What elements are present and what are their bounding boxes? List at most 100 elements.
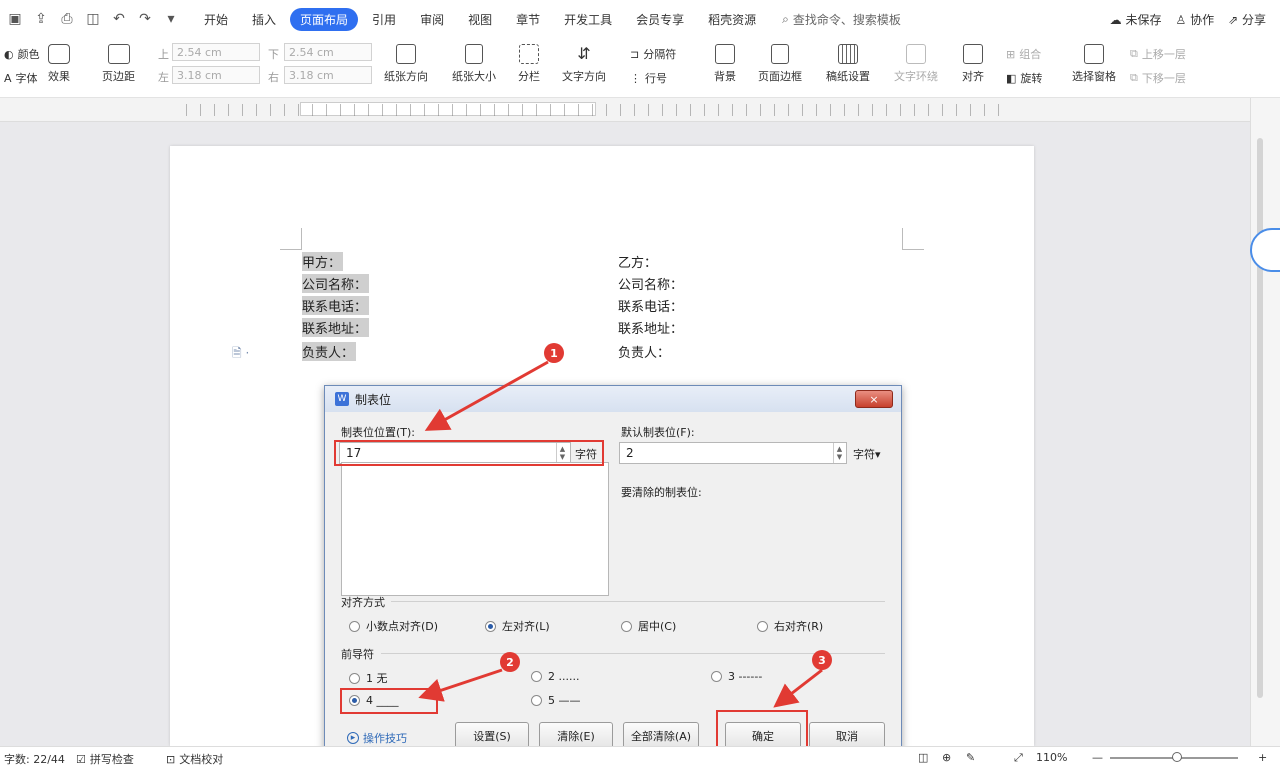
line-numbers-button[interactable]: ⋮ 行号 bbox=[630, 70, 667, 86]
tab-section[interactable]: 章节 bbox=[506, 8, 550, 31]
zoom-slider-knob[interactable] bbox=[1172, 752, 1182, 762]
leader-dashes-radio[interactable]: 3 ------ bbox=[711, 670, 762, 683]
align-center-radio[interactable]: 居中(C) bbox=[621, 618, 676, 634]
party-a-address-line[interactable]: 联系地址： bbox=[302, 318, 370, 337]
party-b-phone-line[interactable]: 联系电话： bbox=[618, 296, 683, 315]
default-tab-spinner[interactable]: ▲ ▼ bbox=[833, 443, 845, 463]
fit-page-icon[interactable]: ⤢ bbox=[1014, 751, 1023, 765]
more-icon[interactable]: ▾ bbox=[160, 8, 182, 30]
word-count[interactable]: 字数: 22/44 bbox=[4, 751, 65, 767]
check-icon: ☑ bbox=[76, 752, 86, 766]
read-mode-icon[interactable]: ◫ bbox=[918, 751, 928, 764]
leader-dashes-label: 3 ------ bbox=[728, 670, 763, 683]
party-a-line[interactable]: 甲方： bbox=[302, 252, 344, 271]
preview-icon[interactable]: ◫ bbox=[82, 8, 104, 30]
effects-button[interactable]: 效果 bbox=[48, 44, 70, 84]
step-badge-3: 3 bbox=[812, 650, 832, 670]
party-a-manager-line[interactable]: 负责人： bbox=[302, 342, 357, 361]
export-icon[interactable]: ⇪ bbox=[30, 8, 52, 30]
tab-references[interactable]: 引用 bbox=[362, 8, 406, 31]
tab-position-input[interactable]: 17 bbox=[339, 442, 571, 464]
party-b-company-line[interactable]: 公司名称： bbox=[618, 274, 683, 293]
text-direction-button[interactable]: ⇵ 文字方向 bbox=[562, 44, 606, 84]
tab-developer[interactable]: 开发工具 bbox=[554, 8, 622, 31]
font-button[interactable]: A 字体 bbox=[4, 70, 38, 86]
page-border-button[interactable]: 页面边框 bbox=[758, 44, 802, 84]
horizontal-ruler[interactable] bbox=[0, 98, 1250, 122]
party-b-line[interactable]: 乙方： bbox=[618, 252, 657, 271]
corner-mark-top-right bbox=[902, 228, 924, 250]
redo-icon[interactable]: ↷ bbox=[134, 8, 156, 30]
party-b-manager-line[interactable]: 负责人： bbox=[618, 342, 670, 361]
margins-button[interactable]: 页边距 bbox=[102, 44, 135, 84]
party-a-phone-line[interactable]: 联系电话： bbox=[302, 296, 370, 315]
zoom-in-icon[interactable]: + bbox=[1258, 751, 1267, 764]
print-icon[interactable]: ⎙ bbox=[56, 8, 78, 30]
orientation-button[interactable]: 纸张方向 bbox=[384, 44, 428, 84]
group-button[interactable]: ⊞ 组合 bbox=[1006, 46, 1041, 62]
command-search[interactable]: ⌕ 查找命令、搜索模板 bbox=[782, 11, 901, 28]
paper-setup-label: 稿纸设置 bbox=[826, 70, 870, 83]
columns-button[interactable]: 分栏 bbox=[518, 44, 540, 84]
send-backward-button[interactable]: ⧉ 下移一层 bbox=[1130, 70, 1186, 86]
align-right-radio[interactable]: 右对齐(R) bbox=[757, 618, 823, 634]
bottom-margin-input[interactable]: 2.54 cm bbox=[284, 43, 372, 61]
right-margin-input[interactable]: 3.18 cm bbox=[284, 66, 372, 84]
tab-review[interactable]: 审阅 bbox=[410, 8, 454, 31]
share-button[interactable]: ⇗ 分享 bbox=[1228, 11, 1266, 28]
tab-home[interactable]: 开始 bbox=[194, 8, 238, 31]
size-button[interactable]: 纸张大小 bbox=[452, 44, 496, 84]
tab-member[interactable]: 会员专享 bbox=[626, 8, 694, 31]
vertical-scrollbar[interactable] bbox=[1250, 98, 1280, 746]
left-margin-input[interactable]: 3.18 cm bbox=[172, 66, 260, 84]
radio-circle bbox=[621, 620, 632, 632]
align-button[interactable]: 对齐 bbox=[962, 44, 984, 84]
align-left-label: 左对齐(L) bbox=[502, 620, 550, 633]
align-decimal-radio[interactable]: 小数点对齐(D) bbox=[349, 618, 438, 634]
tab-positions-list[interactable] bbox=[341, 462, 609, 596]
tab-position-unit[interactable]: 字符 bbox=[575, 446, 597, 462]
breaks-button[interactable]: ⊐ 分隔符 bbox=[630, 46, 676, 62]
tab-docer[interactable]: 稻壳资源 bbox=[698, 8, 766, 31]
doc-proof-button[interactable]: ⊡ 文档校对 bbox=[166, 751, 223, 767]
align-left-radio[interactable]: 左对齐(L) bbox=[485, 618, 550, 634]
tab-page-layout[interactable]: 页面布局 bbox=[290, 7, 359, 31]
tab-insert[interactable]: 插入 bbox=[242, 8, 286, 31]
alignment-divider bbox=[391, 601, 885, 602]
web-view-icon[interactable]: ⊕ bbox=[942, 751, 951, 764]
paragraph-icon[interactable]: 🗎 · bbox=[232, 344, 249, 365]
party-b-address-line[interactable]: 联系地址： bbox=[618, 318, 683, 337]
top-margin-input[interactable]: 2.54 cm bbox=[172, 43, 260, 61]
leader-underline-radio[interactable]: 4 ____ bbox=[349, 694, 399, 707]
collab-button[interactable]: ♙ 协作 bbox=[1175, 11, 1214, 28]
spell-check-button[interactable]: ☑ 拼写检查 bbox=[76, 751, 134, 767]
color-button[interactable]: ◐ 颜色 bbox=[4, 46, 40, 62]
save-icon[interactable]: ▣ bbox=[4, 8, 26, 30]
background-button[interactable]: 背景 bbox=[714, 44, 736, 84]
text-wrap-button[interactable]: 文字环绕 bbox=[894, 44, 938, 84]
leader-dots-radio[interactable]: 2 ...... bbox=[531, 670, 579, 683]
unsaved-label: 未保存 bbox=[1125, 12, 1162, 27]
rotate-button[interactable]: ◧ 旋转 bbox=[1006, 70, 1042, 86]
paper-setup-button[interactable]: 稿纸设置 bbox=[826, 44, 870, 84]
bring-forward-button[interactable]: ⧉ 上移一层 bbox=[1130, 46, 1186, 62]
corner-mark-top-left bbox=[280, 228, 302, 250]
dialog-titlebar[interactable]: W 制表位 × bbox=[325, 386, 901, 412]
zoom-out-icon[interactable]: — bbox=[1092, 751, 1103, 764]
unsaved-button[interactable]: ☁ 未保存 bbox=[1110, 11, 1162, 28]
default-tab-unit[interactable]: 字符▾ bbox=[853, 446, 881, 462]
tab-position-spinner[interactable]: ▲ ▼ bbox=[556, 443, 568, 463]
scrollbar-thumb[interactable] bbox=[1257, 138, 1263, 698]
align-label: 对齐 bbox=[962, 70, 984, 83]
pen-icon[interactable]: ✎ bbox=[966, 751, 975, 764]
zoom-level[interactable]: 110% bbox=[1036, 751, 1067, 764]
undo-icon[interactable]: ↶ bbox=[108, 8, 130, 30]
tab-view[interactable]: 视图 bbox=[458, 8, 502, 31]
leader-none-radio[interactable]: 1 无 bbox=[349, 670, 388, 686]
close-button[interactable]: × bbox=[855, 390, 893, 408]
party-a-company-line[interactable]: 公司名称： bbox=[302, 274, 370, 293]
selection-pane-button[interactable]: 选择窗格 bbox=[1072, 44, 1116, 84]
leader-line-radio[interactable]: 5 —— bbox=[531, 694, 581, 707]
default-tab-input[interactable]: 2 bbox=[619, 442, 847, 464]
tips-link[interactable]: ▸ 操作技巧 bbox=[347, 730, 407, 746]
